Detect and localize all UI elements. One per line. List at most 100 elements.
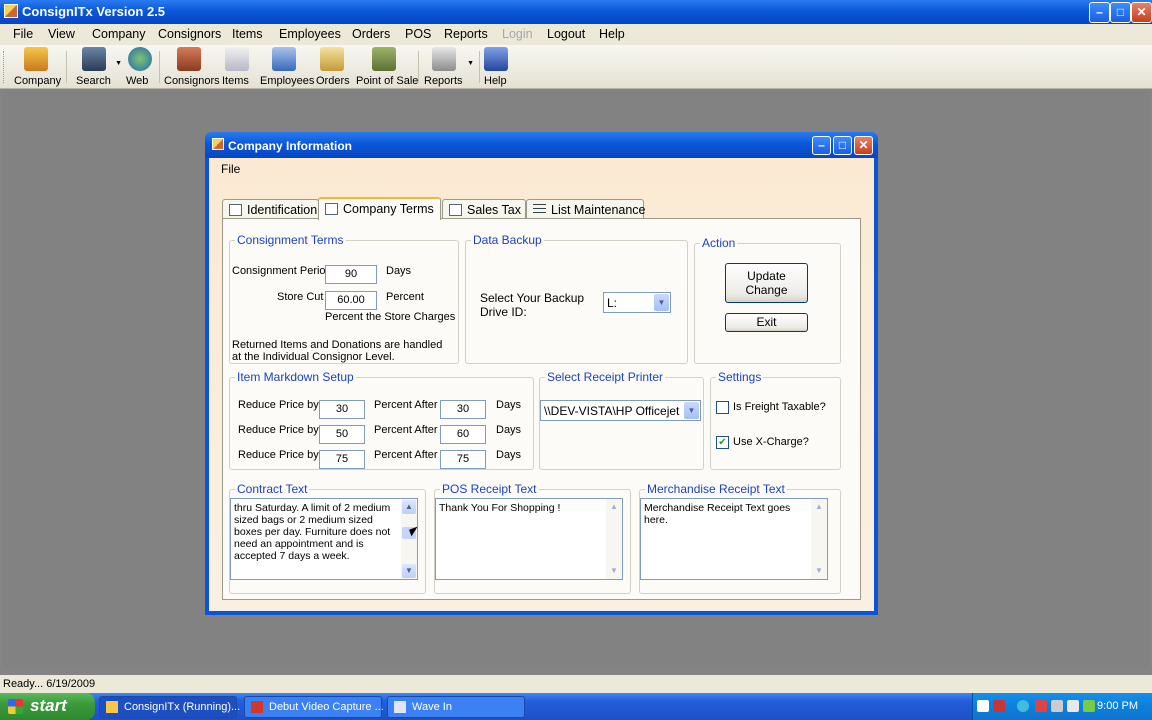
dialog-close-button[interactable]: ✕: [854, 136, 873, 155]
toolbar-orders-button[interactable]: Orders: [316, 47, 350, 87]
pos-receipt-text-value: Thank You For Shopping !: [439, 502, 561, 514]
toolbar-grip[interactable]: [3, 51, 6, 83]
video-capture-icon: [251, 701, 263, 713]
toolbar-employees-button[interactable]: Employees: [260, 47, 314, 87]
search-dropdown-icon[interactable]: ▼: [115, 60, 122, 67]
markdown-percent-input[interactable]: 50: [319, 425, 365, 444]
receipt-printer-select[interactable]: \\DEV-VISTA\HP Officejet ▼: [540, 400, 701, 421]
tray-icon[interactable]: [1083, 700, 1095, 712]
reduce-price-label: Reduce Price by: [238, 449, 319, 461]
markdown-percent-input[interactable]: 30: [319, 400, 365, 419]
network-icon[interactable]: [1051, 700, 1063, 712]
freight-taxable-checkbox[interactable]: [716, 401, 729, 414]
toolbar-search-button[interactable]: Search ▼: [76, 47, 122, 87]
taskbar-item-consignitx[interactable]: ConsignITx (Running)...: [99, 696, 240, 718]
dialog-maximize-button[interactable]: □: [833, 136, 852, 155]
scroll-down-icon[interactable]: ▼: [402, 564, 416, 578]
pos-receipt-text-area[interactable]: Thank You For Shopping ! ▲ ▼: [435, 498, 623, 580]
merchandise-receipt-scrollbar[interactable]: ▲ ▼: [811, 499, 827, 579]
start-button[interactable]: start: [0, 693, 95, 720]
book-icon: [484, 47, 508, 71]
store-cut-input[interactable]: 60.00: [325, 291, 377, 310]
toolbar-items-button[interactable]: Items: [222, 47, 252, 87]
close-button[interactable]: ✕: [1131, 2, 1152, 23]
tab-identification[interactable]: Identification: [222, 199, 319, 219]
tab-list-maintenance[interactable]: List Maintenance: [526, 199, 646, 219]
menu-company[interactable]: Company: [92, 27, 146, 41]
dialog-title-bar[interactable]: Company Information – □ ✕: [205, 132, 878, 158]
tab-label: Sales Tax: [467, 203, 521, 217]
dialog-menu-file[interactable]: File: [221, 162, 240, 176]
markdown-days-input[interactable]: 60: [440, 425, 486, 444]
scroll-up-icon[interactable]: ▲: [607, 500, 621, 514]
toolbar-label: Orders: [316, 75, 350, 87]
toolbar-separator: [159, 51, 160, 83]
scroll-down-icon[interactable]: ▼: [812, 564, 826, 578]
dialog-minimize-button[interactable]: –: [812, 136, 831, 155]
chevron-down-icon[interactable]: ▼: [654, 294, 669, 311]
scroll-up-icon[interactable]: ▲: [402, 500, 416, 514]
windows-logo-icon: [8, 699, 23, 714]
toolbar-point-of-sale-button[interactable]: Point of Sale: [356, 47, 418, 87]
update-change-button[interactable]: Update Change: [725, 263, 808, 303]
taskbar-item-debut[interactable]: Debut Video Capture ...: [244, 696, 384, 718]
reports-dropdown-icon[interactable]: ▼: [467, 60, 474, 67]
help-tray-icon[interactable]: [977, 700, 989, 712]
menu-reports[interactable]: Reports: [444, 27, 488, 41]
group-legend: Merchandise Receipt Text: [647, 482, 785, 496]
scroll-down-icon[interactable]: ▼: [607, 564, 621, 578]
group-legend: Consignment Terms: [237, 233, 344, 247]
contract-text-scrollbar[interactable]: ▲ ▼: [401, 499, 417, 579]
pencil-icon: [229, 204, 242, 216]
tab-label: Company Terms: [343, 202, 434, 216]
markdown-days-input[interactable]: 30: [440, 400, 486, 419]
toolbar-label: Point of Sale: [356, 75, 419, 87]
toolbar-help-button[interactable]: Help: [484, 47, 508, 87]
minimize-button[interactable]: –: [1089, 2, 1110, 23]
volume-icon[interactable]: [1067, 700, 1079, 712]
markdown-days-input[interactable]: 75: [440, 450, 486, 469]
group-legend: Data Backup: [473, 233, 542, 247]
tray-icon[interactable]: [993, 700, 1005, 712]
tray-icon[interactable]: [1017, 700, 1029, 712]
taskbar-item-wave-in[interactable]: Wave In: [387, 696, 525, 718]
toolbar-separator: [479, 51, 480, 83]
chevron-down-icon[interactable]: ▼: [684, 402, 699, 419]
tray-icon[interactable]: [1035, 700, 1047, 712]
toolbar-reports-button[interactable]: Reports ▼: [424, 47, 474, 87]
toolbar-company-button[interactable]: Company: [14, 47, 61, 87]
clock: 9:00 PM: [1097, 700, 1138, 712]
days-label: Days: [496, 399, 522, 411]
menu-view[interactable]: View: [48, 27, 75, 41]
backup-drive-select[interactable]: L: ▼: [603, 292, 671, 313]
x-charge-checkbox[interactable]: ✔: [716, 436, 729, 449]
taskbar-item-label: Debut Video Capture ...: [269, 701, 384, 713]
pos-receipt-scrollbar[interactable]: ▲ ▼: [606, 499, 622, 579]
menu-consignors[interactable]: Consignors: [158, 27, 221, 41]
toolbar-separator: [418, 51, 419, 83]
backup-drive-value: L:: [607, 296, 618, 310]
taskbar: start ConsignITx (Running)... Debut Vide…: [0, 693, 1152, 720]
exit-button[interactable]: Exit: [725, 313, 808, 332]
start-label: start: [30, 696, 67, 715]
group-legend: Settings: [718, 370, 762, 384]
maximize-button[interactable]: □: [1110, 2, 1131, 23]
menu-logout[interactable]: Logout: [547, 27, 585, 41]
tab-sales-tax[interactable]: Sales Tax: [442, 199, 526, 219]
menu-items[interactable]: Items: [232, 27, 263, 41]
menu-orders[interactable]: Orders: [352, 27, 390, 41]
tab-company-terms[interactable]: Company Terms: [318, 197, 441, 220]
scroll-up-icon[interactable]: ▲: [812, 500, 826, 514]
menu-employees[interactable]: Employees: [279, 27, 341, 41]
consignment-period-input[interactable]: 90: [325, 265, 377, 284]
toolbar-label: Reports: [424, 75, 463, 87]
toolbar-web-button[interactable]: Web: [126, 47, 154, 87]
menu-file[interactable]: File: [13, 27, 33, 41]
toolbar-label: Search: [76, 75, 111, 87]
markdown-percent-input[interactable]: 75: [319, 450, 365, 469]
menu-help[interactable]: Help: [599, 27, 625, 41]
toolbar-consignors-button[interactable]: Consignors: [164, 47, 220, 87]
contract-text-area[interactable]: thru Saturday. A limit of 2 medium sized…: [230, 498, 418, 580]
menu-pos[interactable]: POS: [405, 27, 431, 41]
merchandise-receipt-text-area[interactable]: Merchandise Receipt Text goes here. ▲ ▼: [640, 498, 828, 580]
